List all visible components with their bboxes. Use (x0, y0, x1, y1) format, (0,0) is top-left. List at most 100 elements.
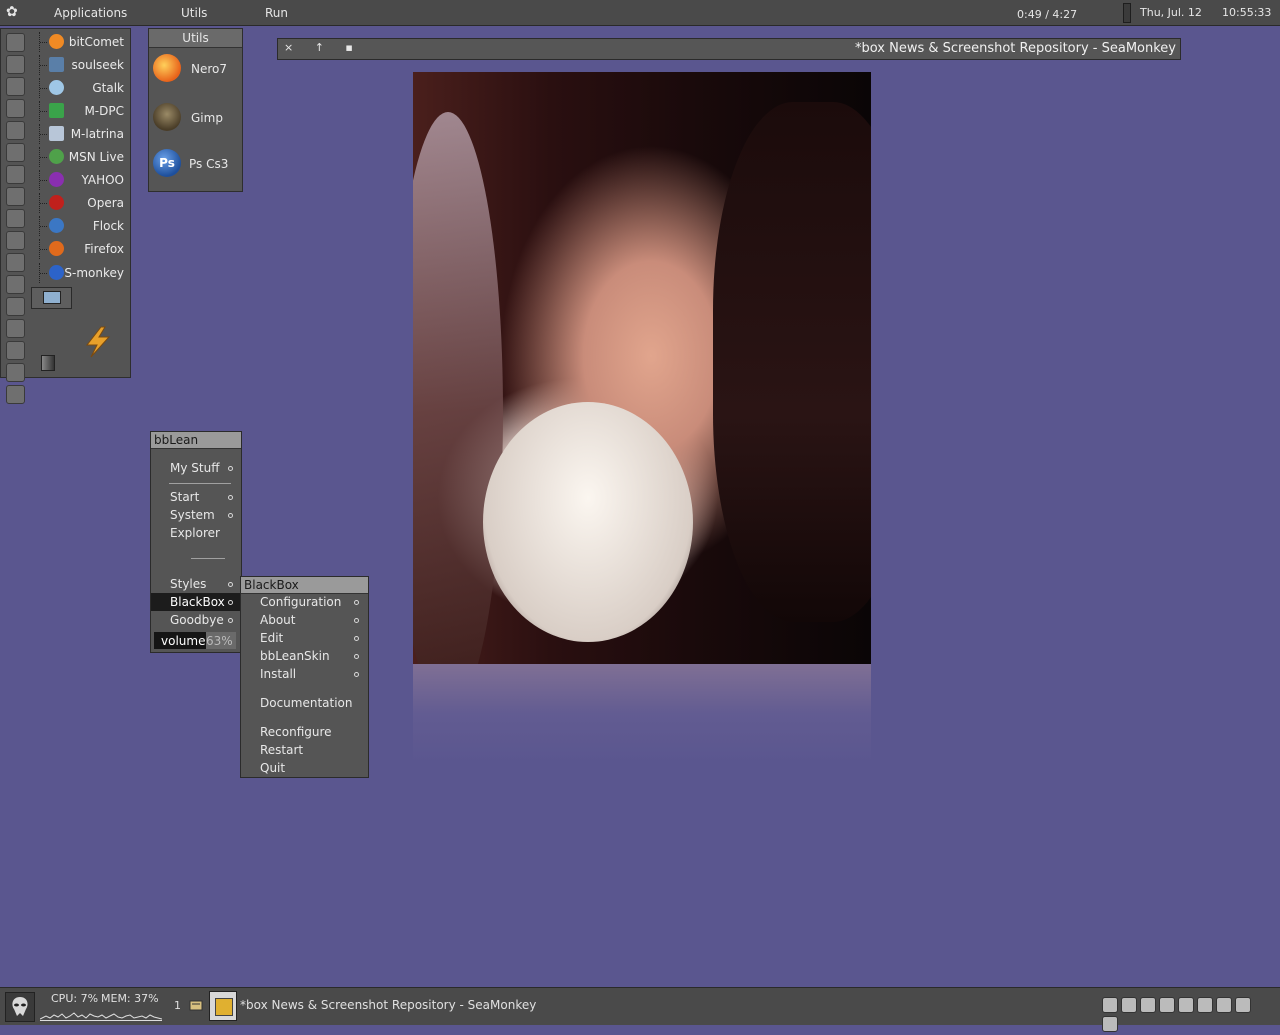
launcher-label: Firefox (84, 242, 124, 256)
utils-item-gimp[interactable]: Gimp (153, 101, 239, 135)
menu-item-reconfigure[interactable]: Reconfigure (260, 725, 332, 739)
utils-title: Utils (149, 29, 242, 48)
menu-item-system[interactable]: System (170, 508, 215, 522)
bitcomet-tray-icon[interactable] (1140, 997, 1156, 1013)
usb-icon[interactable] (6, 253, 25, 272)
notes-tray-icon[interactable] (1159, 997, 1175, 1013)
submenu-bullet-icon (354, 636, 359, 641)
trash-icon[interactable] (41, 355, 55, 371)
launcher-item-bitcomet[interactable]: bitComet (39, 32, 127, 52)
menu-item-documentation[interactable]: Documentation (260, 696, 353, 710)
scissors-icon[interactable] (6, 341, 25, 360)
launcher-item-soulseek[interactable]: soulseek (39, 55, 127, 75)
launcher-item-seamonkey[interactable]: S-monkey (39, 263, 127, 283)
volume-slider[interactable]: volume 63% (154, 632, 236, 649)
utils-item-photoshop[interactable]: Ps Ps Cs3 (153, 147, 239, 181)
drive-icon[interactable] (6, 231, 25, 250)
menu-item-my-stuff[interactable]: My Stuff (170, 461, 219, 475)
panel-handle[interactable] (1123, 3, 1131, 23)
msn-icon (49, 149, 64, 164)
launcher-label: Opera (87, 196, 124, 210)
menu-item-start[interactable]: Start (170, 490, 199, 504)
launcher-item-msn[interactable]: MSN Live (39, 147, 127, 167)
menu-item-explorer[interactable]: Explorer (170, 526, 220, 540)
menu-run[interactable]: Run (265, 6, 288, 20)
media-tray-icon[interactable] (1197, 997, 1213, 1013)
tree-line (39, 170, 48, 190)
game-icon[interactable] (6, 385, 25, 404)
task-title[interactable]: *box News & Screenshot Repository - SeaM… (240, 998, 536, 1012)
camera-icon[interactable] (6, 187, 25, 206)
bblean-menu-title: bbLean (151, 432, 241, 449)
menu-item-bbleanskin[interactable]: bbLeanSkin (260, 649, 330, 663)
files-icon[interactable] (6, 165, 25, 184)
gimp-icon (153, 103, 181, 131)
menu-utils[interactable]: Utils (181, 6, 207, 20)
menu-item-edit[interactable]: Edit (260, 631, 283, 645)
workspace-switch-icon[interactable] (187, 996, 205, 1014)
utils-panel: Utils Nero7 Gimp Ps Ps Cs3 (148, 28, 243, 192)
launcher-item-mlatrina[interactable]: M-latrina (39, 124, 127, 144)
task-seamonkey-icon[interactable] (209, 991, 237, 1021)
network-tray-icon[interactable] (1121, 997, 1137, 1013)
skype-icon[interactable] (6, 319, 25, 338)
launcher-item-mdpc[interactable]: M-DPC (39, 101, 127, 121)
menu-item-styles[interactable]: Styles (170, 577, 206, 591)
launcher-item-gtalk[interactable]: Gtalk (39, 78, 127, 98)
network-icon[interactable] (6, 99, 25, 118)
picture-icon[interactable] (6, 275, 25, 294)
globe-icon[interactable] (6, 121, 25, 140)
window-buttons[interactable]: × ↑ ▪ (284, 41, 362, 54)
menu-item-blackbox[interactable]: BlackBox (170, 595, 225, 609)
gtalk-icon (49, 80, 64, 95)
settings-icon[interactable] (6, 33, 25, 52)
menu-separator (169, 483, 231, 484)
puzzle-icon[interactable] (6, 209, 25, 228)
menu-applications[interactable]: Applications (54, 6, 127, 20)
tree-line (39, 32, 48, 52)
tree-line (39, 239, 48, 259)
blackbox-submenu: BlackBox Configuration About Edit bbLean… (240, 576, 369, 778)
menu-item-restart[interactable]: Restart (260, 743, 303, 757)
window-icon[interactable] (6, 143, 25, 162)
menu-item-goodbye[interactable]: Goodbye (170, 613, 224, 627)
winamp-lightning-icon[interactable] (81, 325, 115, 359)
utils-item-nero[interactable]: Nero7 (153, 52, 239, 86)
screen-icon[interactable] (6, 363, 25, 382)
seamonkey-icon (49, 265, 64, 280)
launcher-item-flock[interactable]: Flock (39, 216, 127, 236)
window-title: *box News & Screenshot Repository - SeaM… (854, 41, 1176, 56)
launcher-label: MSN Live (68, 150, 124, 164)
utils-label: Nero7 (191, 62, 228, 76)
launcher-label: bitComet (68, 35, 124, 49)
submenu-bullet-icon (228, 513, 233, 518)
launcher-label: Flock (92, 219, 124, 233)
menu-item-configuration[interactable]: Configuration (260, 595, 341, 609)
sync-tray-icon[interactable] (1178, 997, 1194, 1013)
alien-tray-icon[interactable] (1102, 997, 1118, 1013)
workspace-number[interactable]: 1 (174, 999, 181, 1012)
tool-icon[interactable] (6, 55, 25, 74)
tree-line (39, 216, 48, 236)
launcher-label: M-DPC (84, 104, 124, 118)
tools-icon[interactable] (6, 297, 25, 316)
utils-label: Ps Cs3 (189, 157, 229, 171)
utils-label: Gimp (191, 111, 223, 125)
desktop-monitor-icon[interactable] (31, 287, 72, 309)
submenu-bullet-icon (354, 654, 359, 659)
gnome-foot-icon[interactable]: ✿ (6, 4, 18, 20)
browser-icon[interactable] (6, 77, 25, 96)
start-button[interactable] (5, 992, 35, 1022)
mdpc-icon (49, 103, 64, 118)
submenu-bullet-icon (228, 582, 233, 587)
antivirus-tray-icon[interactable] (1102, 1016, 1118, 1032)
launcher-item-firefox[interactable]: Firefox (39, 239, 127, 259)
menu-item-about[interactable]: About (260, 613, 295, 627)
launcher-item-yahoo[interactable]: YAHOO (39, 170, 127, 190)
launcher-item-opera[interactable]: Opera (39, 193, 127, 213)
menu-item-quit[interactable]: Quit (260, 761, 285, 775)
smiley-tray-icon[interactable] (1216, 997, 1232, 1013)
monitor-tray-icon[interactable] (1235, 997, 1251, 1013)
browser-titlebar[interactable]: × ↑ ▪ *box News & Screenshot Repository … (277, 38, 1181, 60)
menu-item-install[interactable]: Install (260, 667, 296, 681)
